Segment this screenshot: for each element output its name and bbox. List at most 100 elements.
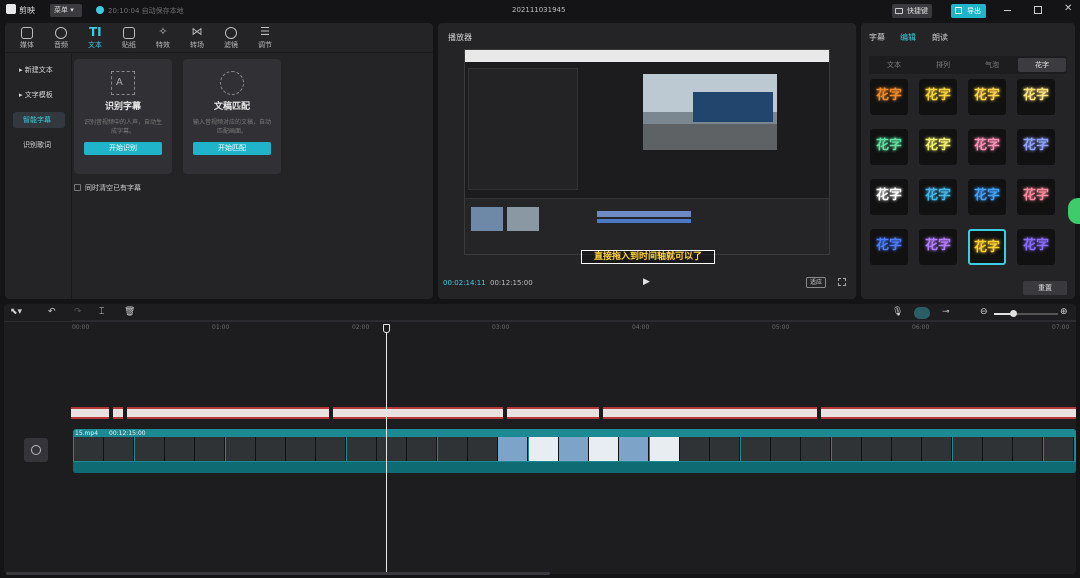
reset-button[interactable]: 重置 [1023,281,1067,295]
fancy-text-style-tile[interactable]: 花字 [919,129,957,165]
app-logo-icon [6,4,16,14]
zoom-out-icon[interactable]: ⊖ [980,307,988,317]
caption-clip[interactable] [71,407,109,419]
track-cover-button[interactable] [24,438,48,462]
fancy-text-style-tile[interactable]: 花字 [870,179,908,215]
toolbar-label: 调节 [258,41,272,49]
caption-clip[interactable] [113,407,123,419]
side-float-badge[interactable] [1068,198,1080,224]
clip-thumbnail [892,437,923,461]
clip-thumbnail [528,437,559,461]
toolbar-label: 文本 [88,41,102,49]
toolbar-item-text[interactable]: TI 文本 [79,25,111,51]
fancy-text-style-tile[interactable]: 花字 [919,79,957,115]
export-button[interactable]: 导出 [951,4,986,18]
playhead-handle[interactable] [383,324,390,333]
fancy-text-style-tile[interactable]: 花字 [968,229,1006,265]
ruler-tick: 07:00 [1052,324,1070,331]
ruler-tick: 06:00 [912,324,930,331]
autosave-status: 20:10:04 自动保存本地 [108,7,184,15]
close-icon[interactable]: ✕ [1064,3,1072,14]
script-match-card: 文稿匹配 输入音视频对应的文稿，自动匹配画面。 开始匹配 [183,59,281,174]
sidebar-item-smart-caption[interactable]: 智能字幕 [13,112,65,128]
fancy-text-style-tile[interactable]: 花字 [1017,79,1055,115]
fancy-text-style-tile[interactable]: 花字 [870,79,908,115]
play-icon[interactable]: ▶ [643,277,650,287]
zoom-in-icon[interactable]: ⊕ [1060,307,1068,317]
fancy-text-style-tile[interactable]: 花字 [1017,179,1055,215]
preview-timeline [465,198,829,254]
project-title: 202111031945 [512,6,566,14]
clip-thumbnail [164,437,195,461]
link-icon[interactable]: ⊸ [942,307,950,317]
aspect-fit-button[interactable]: 适应 [806,277,827,288]
start-recognition-button[interactable]: 开始识别 [84,142,162,155]
delete-icon[interactable]: 🗑 [124,307,135,317]
toolbar-item-filter[interactable]: 滤镜 [215,25,247,51]
fancy-text-style-tile[interactable]: 花字 [968,179,1006,215]
preview-video-frame [643,74,777,150]
fancy-text-style-tile[interactable]: 花字 [919,179,957,215]
ruler-tick: 02:00 [352,324,370,331]
maximize-icon[interactable] [1034,6,1042,14]
minimize-icon[interactable] [1004,10,1011,11]
sidebar-item-new-text[interactable]: ▸ 新建文本 [13,62,65,78]
clip-thumbnail [922,437,953,461]
clip-thumbnail [255,437,286,461]
toolbar-item-media[interactable]: 媒体 [11,25,43,51]
text-icon: TI [89,25,102,39]
toolbar-item-transition[interactable]: ⋈ 转场 [181,25,213,51]
caption-overlay[interactable]: 直接拖入到时间轴就可以了 [581,250,715,264]
preview-canvas[interactable]: 直接拖入到时间轴就可以了 [464,49,830,264]
auto-snap-toggle[interactable] [914,307,930,319]
playhead[interactable] [386,324,387,574]
caption-clip[interactable] [603,407,817,419]
clip-thumbnail [649,437,680,461]
clip-thumbnail [983,437,1013,461]
start-match-button[interactable]: 开始匹配 [193,142,271,155]
text-sidebar: ▸ 新建文本 ▸ 文字模板 智能字幕 识别歌词 [5,54,72,299]
clip-thumbnail [680,437,710,461]
caption-clip[interactable] [127,407,329,419]
clip-thumbnail [831,437,862,461]
fancy-text-style-tile[interactable]: 花字 [919,229,957,265]
microphone-icon[interactable]: 🎙 [892,307,903,317]
undo-icon[interactable]: ↶ [48,307,56,317]
select-tool-icon[interactable]: ⬉▾ [10,307,22,317]
sidebar-item-text-template[interactable]: ▸ 文字模板 [13,87,65,103]
fancy-text-style-tile[interactable]: 花字 [968,129,1006,165]
app-name: 剪映 [19,6,35,15]
fullscreen-icon[interactable] [838,278,846,286]
menu-button[interactable]: 菜单 ▾ [50,4,82,17]
caption-clip[interactable] [333,407,503,419]
caption-clip[interactable] [821,407,1076,419]
fancy-text-style-tile[interactable]: 花字 [968,79,1006,115]
fancy-text-style-tile[interactable]: 花字 [870,129,908,165]
redo-icon[interactable]: ↷ [74,307,82,317]
player-title: 播放器 [448,33,472,42]
sidebar-item-lyrics[interactable]: 识别歌词 [13,137,65,153]
adjust-icon: ☰ [260,25,270,38]
transition-icon: ⋈ [191,25,203,38]
clip-thumbnail [558,437,589,461]
fancy-text-style-tile[interactable]: 花字 [1017,129,1055,165]
zoom-slider[interactable] [994,310,1058,317]
caption-track[interactable] [70,407,1076,423]
toolbar-item-sticker[interactable]: 贴纸 [113,25,145,51]
clip-thumbnail [437,437,468,461]
shortcut-button[interactable]: 快捷键 [892,4,932,18]
toolbar-item-adjust[interactable]: ☰ 调节 [249,25,281,51]
script-match-icon [220,71,244,95]
toolbar-item-effects[interactable]: ✧ 特效 [147,25,179,51]
clip-thumbnail [467,437,498,461]
keyboard-icon [895,8,903,14]
toolbar-item-audio[interactable]: 音频 [45,25,77,51]
fancy-text-style-tile[interactable]: 花字 [870,229,908,265]
split-icon[interactable]: ⌶ [99,307,104,317]
cover-icon [31,445,41,455]
fancy-text-style-tile[interactable]: 花字 [1017,229,1055,265]
timeline-scrollbar[interactable] [6,572,550,575]
clear-captions-checkbox[interactable] [74,184,81,191]
caption-clip[interactable] [507,407,599,419]
zoom-slider-handle[interactable] [1010,310,1017,317]
